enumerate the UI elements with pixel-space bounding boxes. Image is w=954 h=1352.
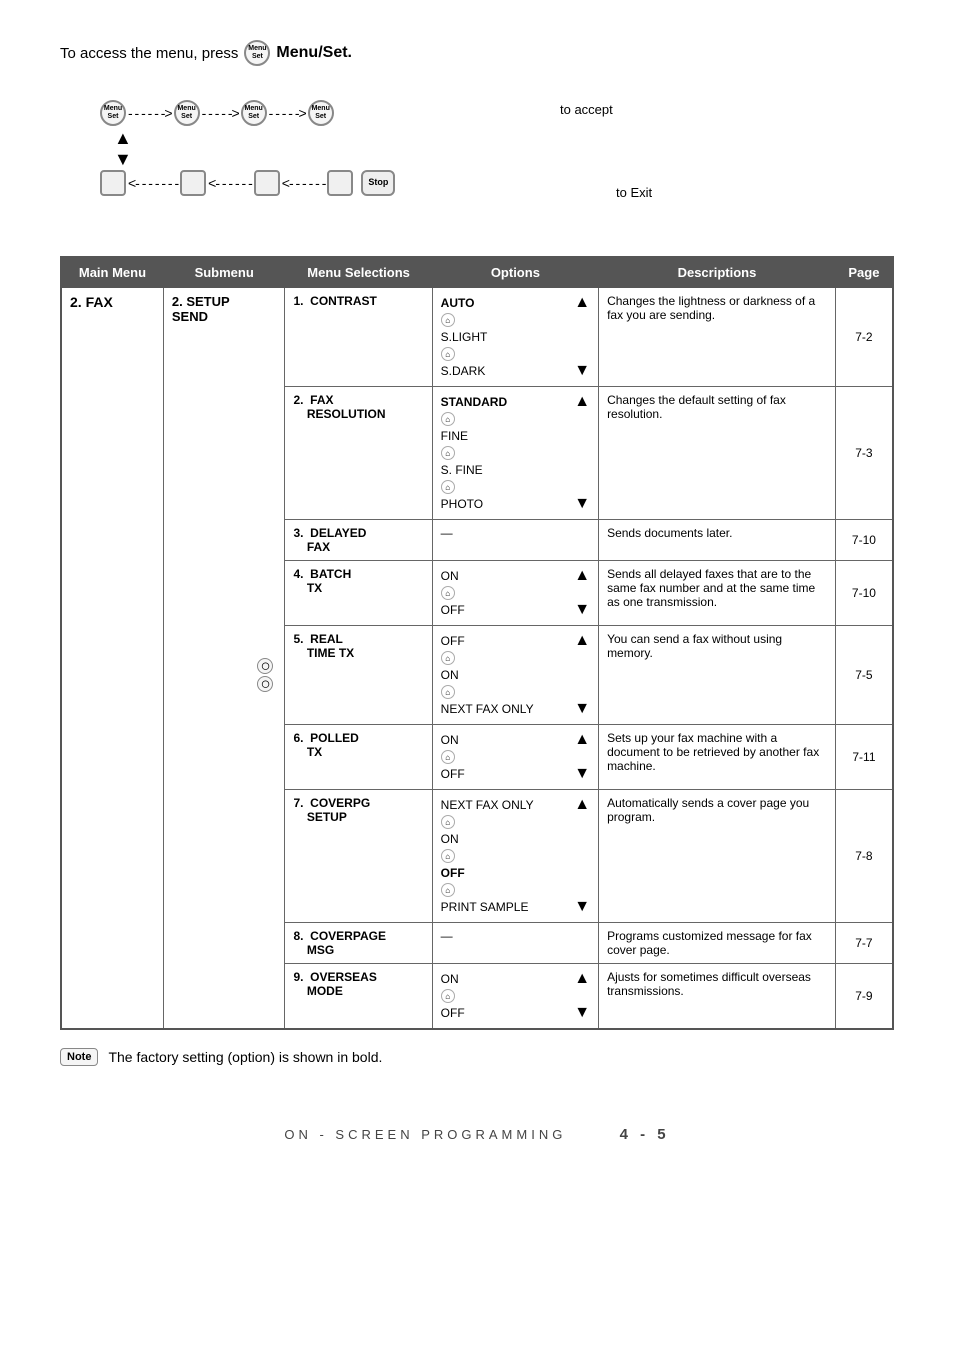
option-item: ON xyxy=(441,666,571,684)
page-cell: 7-8 xyxy=(835,790,893,923)
menu-sel-cell: 6. POLLED TX xyxy=(285,725,432,790)
option-item: OFF xyxy=(441,864,571,882)
menu-sel-cell: 7. COVERPG SETUP xyxy=(285,790,432,923)
page-cell: 7-7 xyxy=(835,923,893,964)
nav-btn-3: MenuSet xyxy=(241,100,267,126)
option-item: AUTO xyxy=(441,294,571,312)
menu-sel-cell: 1. CONTRAST xyxy=(285,288,432,387)
page-cell: 7-2 xyxy=(835,288,893,387)
option-item: S. FINE xyxy=(441,461,571,479)
intro-text: To access the menu, press xyxy=(60,45,238,62)
page-cell: 7-10 xyxy=(835,561,893,626)
options-cell: — xyxy=(432,520,598,561)
menu-sel-cell: ◯◯5. REAL TIME TX xyxy=(285,626,432,725)
menu-sel-cell: 4. BATCH TX xyxy=(285,561,432,626)
desc-cell: Changes the default setting of fax resol… xyxy=(599,387,836,520)
to-exit-label: to Exit xyxy=(616,185,652,200)
option-item: OFF xyxy=(441,1004,571,1022)
dash-arrow-1: - - - - - -> xyxy=(128,105,172,121)
footer-text: ON - SCREEN PROGRAMMING 4 - 5 xyxy=(284,1127,669,1142)
page-cell: 7-10 xyxy=(835,520,893,561)
desc-cell: Automatically sends a cover page you pro… xyxy=(599,790,836,923)
desc-cell: Programs customized message for fax cove… xyxy=(599,923,836,964)
menu-sel-cell: 9. OVERSEAS MODE xyxy=(285,964,432,1030)
note-text: The factory setting (option) is shown in… xyxy=(108,1049,382,1065)
options-cell: ON⌂OFF▲▼ xyxy=(432,964,598,1030)
page-cell: 7-9 xyxy=(835,964,893,1030)
option-item: S.DARK xyxy=(441,362,571,380)
desc-cell: Sets up your fax machine with a document… xyxy=(599,725,836,790)
menu-sel-cell: 3. DELAYED FAX xyxy=(285,520,432,561)
menu-sel-cell: 2. FAX RESOLUTION xyxy=(285,387,432,520)
nav-back-btn-2 xyxy=(180,170,206,196)
desc-cell: Ajusts for sometimes difficult overseas … xyxy=(599,964,836,1030)
dash-arrow-2: - - - - -> xyxy=(202,105,239,121)
nav-btn-1: MenuSet xyxy=(100,100,126,126)
page-cell: 7-5 xyxy=(835,626,893,725)
stop-btn-icon: Stop xyxy=(361,170,395,196)
options-cell: AUTO⌂S.LIGHT⌂S.DARK▲▼ xyxy=(432,288,598,387)
option-item: STANDARD xyxy=(441,393,571,411)
nav-btn-4: MenuSet xyxy=(308,100,334,126)
option-item: OFF xyxy=(441,601,571,619)
option-item: ON xyxy=(441,567,571,585)
intro-line: To access the menu, press MenuSet Menu/S… xyxy=(60,40,894,66)
nav-back-btn-4 xyxy=(327,170,353,196)
up-down-indicator: ▲ ▼ xyxy=(114,128,132,170)
footer-page: 4 - 5 xyxy=(620,1126,670,1143)
option-item: PHOTO xyxy=(441,495,571,513)
option-item: NEXT FAX ONLY xyxy=(441,700,571,718)
menu-sel-cell: 8. COVERPAGE MSG xyxy=(285,923,432,964)
desc-cell: You can send a fax without using memory. xyxy=(599,626,836,725)
nav-back-btn-1 xyxy=(100,170,126,196)
dash-back-2: <- - - - - - xyxy=(208,175,252,191)
footer: ON - SCREEN PROGRAMMING 4 - 5 xyxy=(60,1126,894,1143)
dash-back-1: <- - - - - - - xyxy=(128,175,178,191)
option-item: PRINT SAMPLE xyxy=(441,898,571,916)
header-submenu: Submenu xyxy=(163,257,285,288)
options-cell: ON⌂OFF▲▼ xyxy=(432,561,598,626)
options-cell: — xyxy=(432,923,598,964)
option-item: FINE xyxy=(441,427,571,445)
options-cell: ON⌂OFF▲▼ xyxy=(432,725,598,790)
options-cell: NEXT FAX ONLY⌂ON⌂OFF⌂PRINT SAMPLE▲▼ xyxy=(432,790,598,923)
header-page: Page xyxy=(835,257,893,288)
menu-table: Main Menu Submenu Menu Selections Option… xyxy=(60,256,894,1030)
menu-set-bold: Menu/Set. xyxy=(276,44,352,62)
note-line: Note The factory setting (option) is sho… xyxy=(60,1048,894,1066)
page-cell: 7-11 xyxy=(835,725,893,790)
nav-btn-2: MenuSet xyxy=(174,100,200,126)
option-item: ON xyxy=(441,731,571,749)
navigation-diagram: MenuSet - - - - - -> MenuSet - - - - -> … xyxy=(100,90,700,220)
dash-arrow-3: - - - - -> xyxy=(269,105,306,121)
option-item: NEXT FAX ONLY xyxy=(441,796,571,814)
option-item: OFF xyxy=(441,765,571,783)
note-box-label: Note xyxy=(60,1048,98,1066)
header-menu-sel: Menu Selections xyxy=(285,257,432,288)
dash-back-3: <- - - - - - xyxy=(282,175,326,191)
page-cell: 7-3 xyxy=(835,387,893,520)
nav-row2: <- - - - - - - <- - - - - - <- - - - - -… xyxy=(100,170,395,196)
header-desc: Descriptions xyxy=(599,257,836,288)
header-options: Options xyxy=(432,257,598,288)
desc-cell: Changes the lightness or darkness of a f… xyxy=(599,288,836,387)
option-item: S.LIGHT xyxy=(441,328,571,346)
menu-set-icon-inline: MenuSet xyxy=(244,40,270,66)
desc-cell: Sends documents later. xyxy=(599,520,836,561)
header-main-menu: Main Menu xyxy=(61,257,163,288)
to-accept-label: to accept xyxy=(560,102,613,117)
option-item: ON xyxy=(441,830,571,848)
desc-cell: Sends all delayed faxes that are to the … xyxy=(599,561,836,626)
options-cell: OFF⌂ON⌂NEXT FAX ONLY▲▼ xyxy=(432,626,598,725)
option-item: ON xyxy=(441,970,571,988)
nav-back-btn-3 xyxy=(254,170,280,196)
options-cell: STANDARD⌂FINE⌂S. FINE⌂PHOTO▲▼ xyxy=(432,387,598,520)
main-menu-cell: 2. FAX xyxy=(61,288,163,1030)
option-item: OFF xyxy=(441,632,571,650)
